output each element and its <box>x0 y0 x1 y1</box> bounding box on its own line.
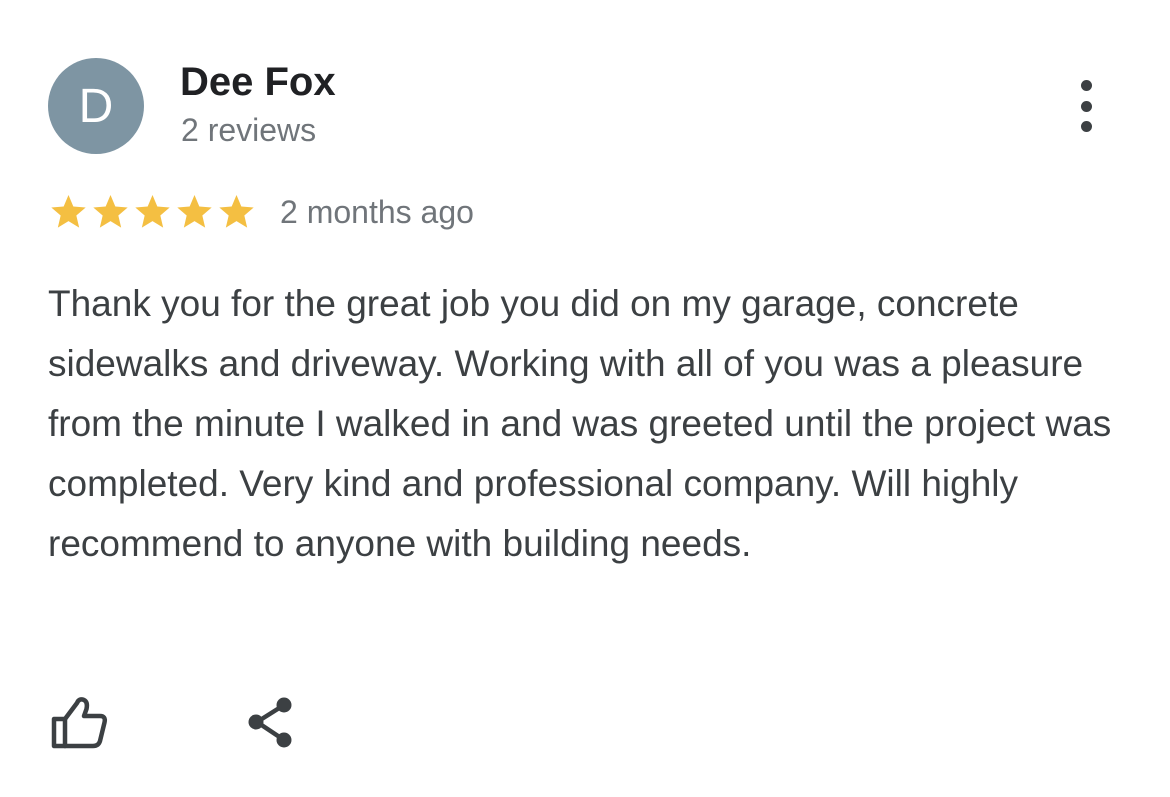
review-card: D Dee Fox 2 reviews 2 months ago Thank y… <box>0 0 1170 797</box>
more-vert-icon-dot <box>1080 121 1092 132</box>
star-rating <box>48 192 257 232</box>
star-icon <box>174 192 215 232</box>
more-vert-icon <box>1080 80 1092 91</box>
thumbs-up-icon <box>51 697 108 749</box>
rating-row: 2 months ago <box>48 190 474 234</box>
like-button[interactable] <box>48 694 110 750</box>
review-count[interactable]: 2 reviews <box>181 112 316 149</box>
avatar[interactable]: D <box>48 58 144 154</box>
more-options-button[interactable] <box>1062 76 1110 136</box>
more-vert-icon-dot <box>1080 100 1092 112</box>
review-text: Thank you for the great job you did on m… <box>48 283 1112 564</box>
share-button[interactable] <box>244 694 296 750</box>
star-icon <box>48 192 89 232</box>
star-icon <box>216 192 257 232</box>
star-icon <box>90 192 131 232</box>
star-icon <box>132 192 173 232</box>
share-icon <box>248 697 292 748</box>
review-date: 2 months ago <box>280 193 474 230</box>
author-name[interactable]: Dee Fox <box>180 60 336 105</box>
